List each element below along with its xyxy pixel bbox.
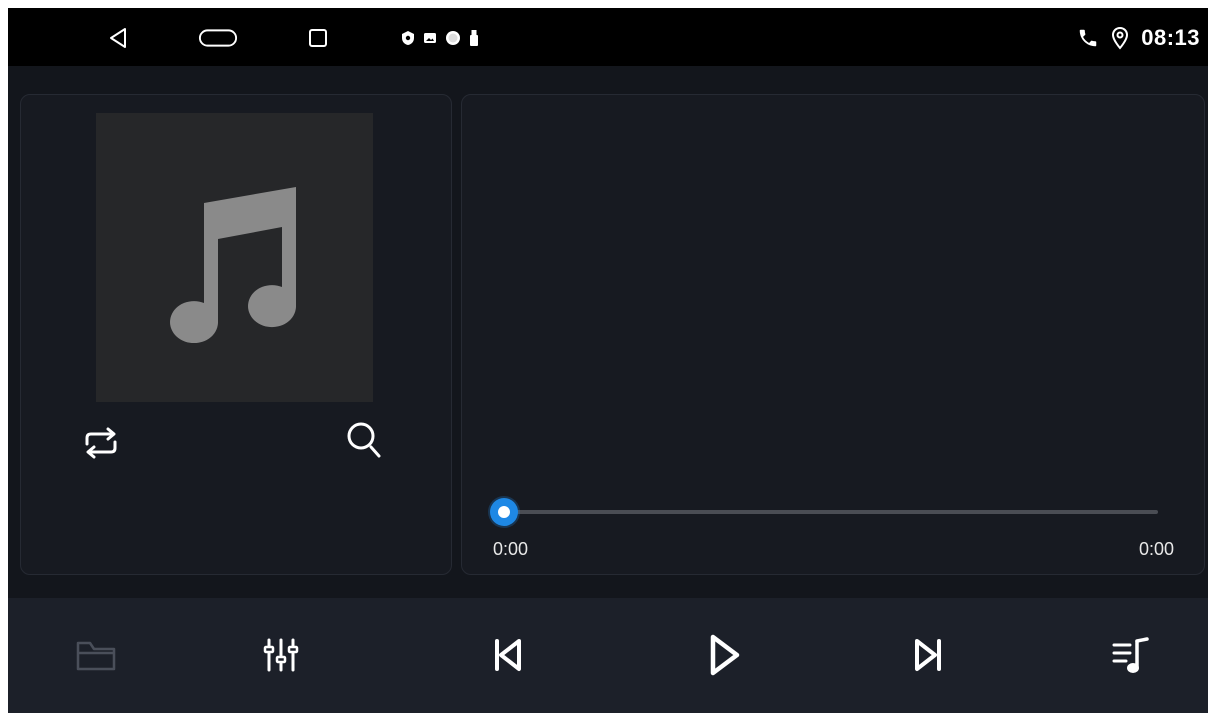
music-player-screen: 08:13 0:00 0:00	[8, 8, 1208, 713]
equalizer-icon	[263, 638, 299, 672]
search-button[interactable]	[339, 417, 389, 463]
folder-button[interactable]	[66, 626, 126, 684]
status-clock: 08:13	[1141, 25, 1200, 50]
notification-icons	[401, 28, 479, 48]
shield-icon	[402, 31, 414, 45]
home-icon	[198, 29, 238, 47]
previous-track-button[interactable]	[478, 626, 538, 684]
progress-track[interactable]	[504, 510, 1158, 514]
playlist-icon	[1112, 637, 1149, 673]
lyrics-panel: 0:00 0:00	[461, 94, 1205, 575]
playback-control-bar	[8, 598, 1208, 713]
album-art	[96, 113, 373, 402]
repeat-icon	[85, 427, 117, 459]
usb-icon	[470, 30, 478, 46]
elapsed-time: 0:00	[493, 539, 529, 559]
playlist-button[interactable]	[1101, 626, 1161, 684]
phone-icon	[1079, 29, 1097, 47]
back-button[interactable]	[98, 22, 138, 54]
search-icon	[347, 422, 381, 458]
image-icon	[424, 33, 436, 43]
progress-thumb[interactable]	[490, 498, 518, 526]
recents-icon	[309, 29, 327, 47]
folder-icon	[76, 641, 116, 671]
music-note-icon	[169, 186, 296, 343]
recents-button[interactable]	[298, 22, 338, 54]
home-button[interactable]	[198, 22, 238, 54]
repeat-button[interactable]	[76, 423, 126, 463]
status-bar: 08:13	[8, 8, 1208, 66]
back-icon	[110, 28, 126, 48]
next-track-button[interactable]	[898, 626, 958, 684]
equalizer-button[interactable]	[251, 626, 311, 684]
status-right: 08:13	[1077, 22, 1200, 54]
album-panel	[20, 94, 452, 575]
location-pin-icon	[1112, 26, 1129, 50]
total-time: 0:00	[1138, 539, 1174, 559]
play-button[interactable]	[693, 626, 753, 684]
skip-previous-icon	[495, 639, 521, 671]
progress-thumb-dot	[498, 506, 510, 518]
circle-icon	[446, 31, 460, 45]
skip-next-icon	[915, 639, 941, 671]
play-icon	[710, 634, 740, 676]
